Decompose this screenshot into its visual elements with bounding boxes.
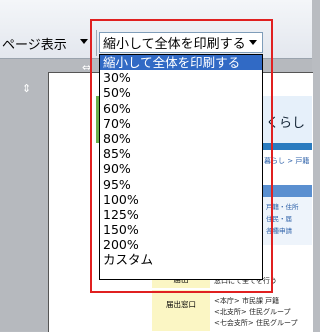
table-row-label: 届出窓口	[152, 290, 210, 331]
view-mode-label: ページ表示	[2, 37, 67, 53]
table-cell: <七会支所> 住民グループ	[214, 319, 298, 327]
margin-handle-icon[interactable]: ⇕	[22, 82, 31, 95]
table-cell: <本庁> 市民課 戸籍	[214, 297, 280, 305]
view-mode-dropdown[interactable]: ページ表示	[0, 33, 92, 53]
chevron-down-icon	[80, 39, 88, 44]
highlight-box	[90, 19, 273, 293]
table-cell: <北支所> 住民グループ	[214, 308, 291, 316]
